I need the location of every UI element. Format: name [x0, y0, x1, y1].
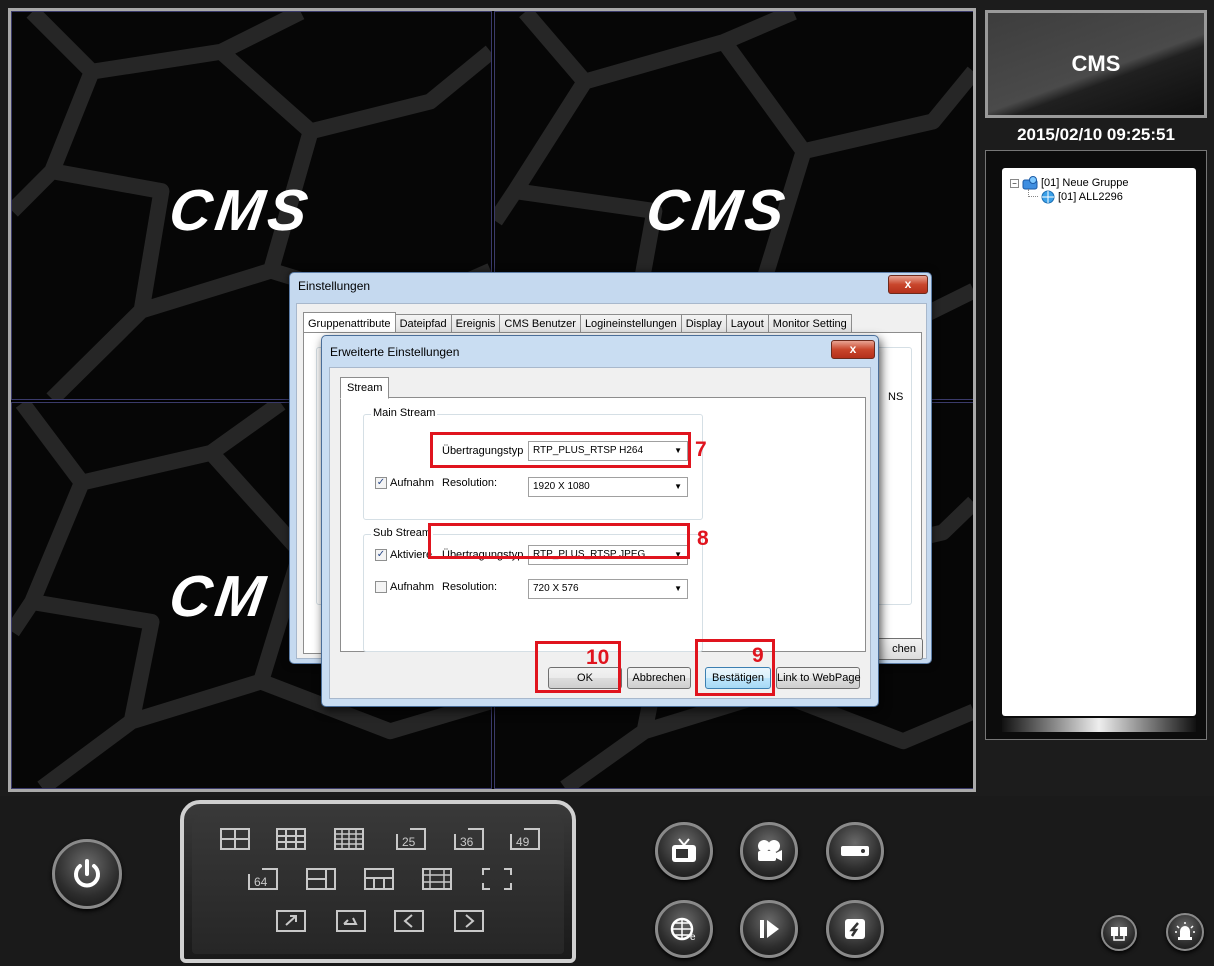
split-49-icon[interactable]: 49: [510, 828, 540, 850]
sub-resolution-value: 720 X 576: [533, 583, 579, 594]
advanced-dialog-title: Erweiterte Einstellungen: [330, 345, 460, 359]
link-to-webpage-button[interactable]: Link to WebPage: [776, 667, 861, 689]
alarm-button[interactable]: [1166, 913, 1204, 951]
layout-panel-inner: 25 36 49 64: [192, 812, 564, 954]
tree-connector: [1028, 189, 1038, 197]
settings-close-button[interactable]: x: [888, 275, 928, 294]
main-stream-legend: Main Stream: [371, 407, 438, 419]
network-icon: [1111, 927, 1127, 941]
main-resolution-select[interactable]: 1920 X 1080 ▼: [528, 477, 688, 497]
sub-activate-label: Aktiviere: [390, 549, 433, 561]
sub-stream-legend: Sub Stream: [371, 527, 434, 539]
sub-resolution-select[interactable]: 720 X 576 ▼: [528, 579, 688, 599]
settings-partial-button[interactable]: chen: [875, 638, 923, 660]
datetime-display: 2015/02/10 09:25:51: [1017, 125, 1175, 144]
split-16-icon[interactable]: [334, 828, 364, 850]
annotation-number-10: 10: [586, 646, 610, 669]
dvr-button[interactable]: [826, 822, 884, 880]
split-25-icon[interactable]: 25: [396, 828, 426, 850]
prev-page-icon[interactable]: [394, 910, 424, 932]
tree-scroll-bar: [1002, 718, 1196, 732]
power-icon: [74, 859, 100, 888]
tab-layout[interactable]: Layout: [725, 314, 769, 333]
main-resolution-value: 1920 X 1080: [533, 481, 590, 492]
chevron-down-icon: ▼: [674, 482, 682, 491]
camera-icon: [758, 840, 782, 861]
tab-stream[interactable]: Stream: [340, 377, 390, 399]
next-page-icon[interactable]: [454, 910, 484, 932]
popout-icon[interactable]: [276, 910, 306, 932]
main-record-label: Aufnahm: [390, 477, 435, 489]
dvr-icon: [841, 846, 869, 856]
main-resolution-label: Resolution:: [442, 477, 498, 489]
brand-panel: CMS: [985, 10, 1207, 118]
tab-display[interactable]: Display: [680, 314, 727, 333]
annotation-box-7: [430, 432, 691, 468]
main-record-checkbox[interactable]: ✓: [375, 477, 387, 489]
annotation-number-8: 8: [697, 527, 709, 550]
split-36-icon[interactable]: 36: [454, 828, 484, 850]
device-globe-icon: [1041, 190, 1055, 204]
backup-button[interactable]: [826, 900, 884, 958]
annotation-box-8: [428, 523, 690, 559]
split-13-icon[interactable]: [422, 868, 452, 890]
split-9-icon[interactable]: [276, 828, 306, 850]
playback-button[interactable]: [740, 900, 798, 958]
backup-icon: [845, 919, 865, 939]
split-6-icon[interactable]: [306, 868, 336, 890]
chevron-down-icon: ▼: [674, 584, 682, 593]
split-64-icon[interactable]: 64: [248, 868, 278, 890]
settings-partial-text: NS: [888, 391, 904, 403]
split-25-label: 25: [402, 835, 416, 849]
tv-icon: [672, 838, 696, 862]
annotation-number-9: 9: [752, 644, 764, 667]
sub-resolution-label: Resolution:: [442, 581, 498, 593]
sub-activate-checkbox[interactable]: ✓: [375, 549, 387, 561]
return-icon[interactable]: [336, 910, 366, 932]
tree-group-item[interactable]: − [01] Neue Gruppe: [1010, 176, 1128, 190]
fullscreen-icon[interactable]: [482, 868, 512, 890]
split-49-label: 49: [516, 835, 530, 849]
record-button[interactable]: [740, 822, 798, 880]
settings-tabs: Gruppenattribute Dateipfad Ereignis CMS …: [303, 312, 852, 333]
tab-gruppenattribute[interactable]: Gruppenattribute: [303, 312, 396, 333]
web-button[interactable]: e: [655, 900, 713, 958]
collapse-icon[interactable]: −: [1010, 178, 1019, 188]
cell-logo: CMS: [642, 178, 793, 243]
group-folder-icon: [1022, 176, 1038, 190]
settings-dialog-title: Einstellungen: [298, 279, 371, 293]
tree-group-label: [01] Neue Gruppe: [1041, 177, 1129, 189]
tab-monitor-setting[interactable]: Monitor Setting: [767, 314, 852, 333]
annotation-number-7: 7: [695, 438, 707, 461]
tree-device-label: [01] ALL2296: [1058, 191, 1123, 203]
advanced-close-button[interactable]: x: [831, 340, 875, 359]
alarm-icon: [1175, 922, 1195, 940]
tree-device-item[interactable]: [01] ALL2296: [1028, 189, 1123, 204]
tab-ereignis[interactable]: Ereignis: [450, 314, 501, 333]
tab-dateipfad[interactable]: Dateipfad: [394, 314, 452, 333]
power-button[interactable]: [52, 839, 122, 909]
cell-logo: CMS: [165, 178, 316, 243]
svg-text:e: e: [690, 932, 696, 943]
sub-record-checkbox[interactable]: [375, 581, 387, 593]
live-view-button[interactable]: [655, 822, 713, 880]
tab-logineinstellungen[interactable]: Logineinstellungen: [579, 314, 682, 333]
split-8-icon[interactable]: [364, 868, 394, 890]
cell-logo: CM: [165, 564, 273, 629]
sub-record-label: Aufnahm: [390, 581, 435, 593]
brand-logo: CMS: [1071, 51, 1121, 76]
web-icon: e: [670, 917, 696, 943]
split-64-label: 64: [254, 875, 268, 889]
split-4-icon[interactable]: [220, 828, 250, 850]
playback-icon: [760, 920, 779, 938]
device-tree: − [01] Neue Gruppe [01] ALL2296: [1002, 168, 1196, 716]
cancel-button[interactable]: Abbrechen: [627, 667, 691, 689]
network-button[interactable]: [1101, 915, 1137, 951]
tab-cms-benutzer[interactable]: CMS Benutzer: [499, 314, 581, 333]
split-36-label: 36: [460, 835, 474, 849]
